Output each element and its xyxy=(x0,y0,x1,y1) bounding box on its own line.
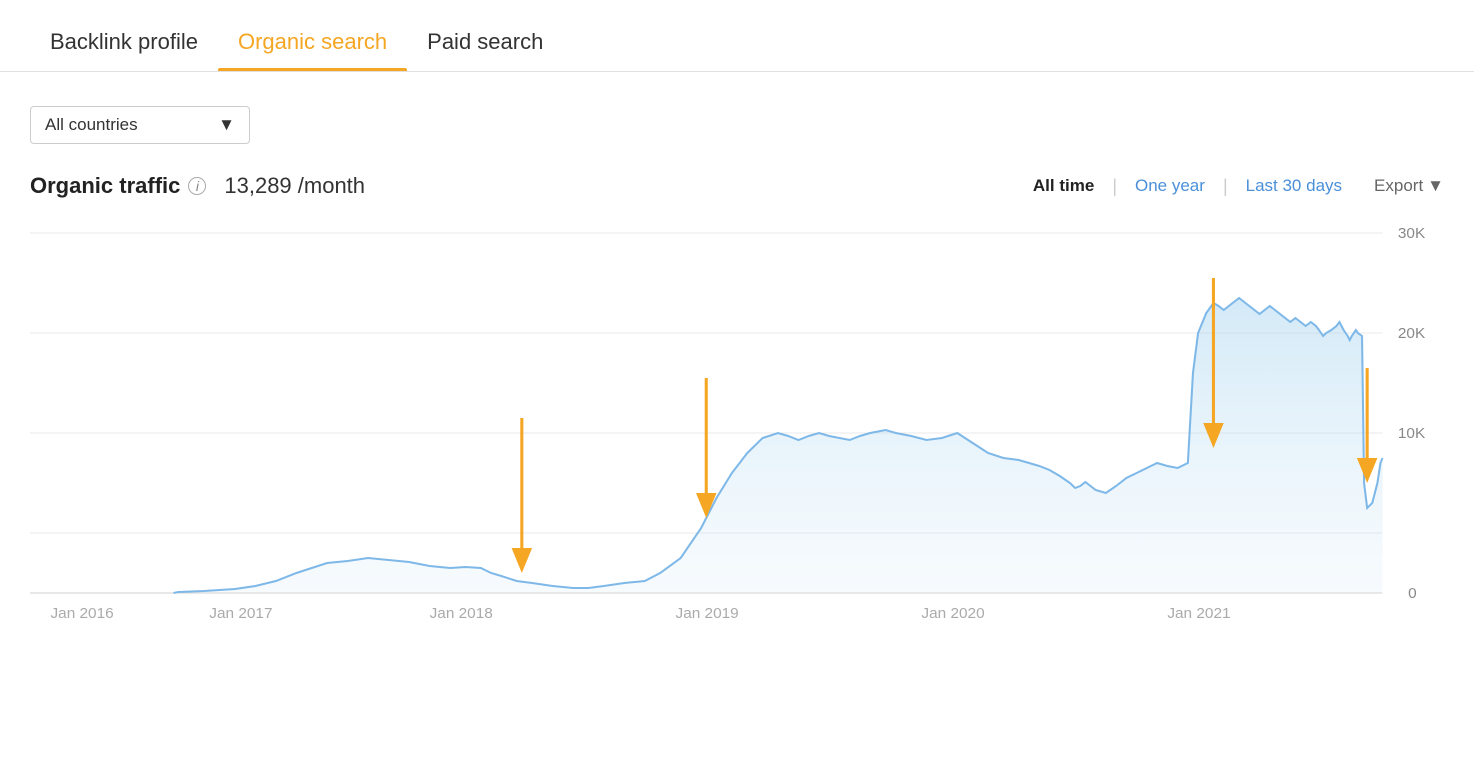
svg-text:Jan 2019: Jan 2019 xyxy=(676,605,739,622)
svg-text:Jan 2017: Jan 2017 xyxy=(209,605,272,622)
tab-paid-search[interactable]: Paid search xyxy=(407,29,563,71)
traffic-value: 13,289 /month xyxy=(224,173,365,199)
export-button[interactable]: Export ▼ xyxy=(1374,176,1444,196)
tab-organic-search[interactable]: Organic search xyxy=(218,29,407,71)
arrow-1 xyxy=(512,418,532,573)
svg-text:Jan 2020: Jan 2020 xyxy=(921,605,984,622)
svg-text:10K: 10K xyxy=(1398,425,1425,442)
svg-text:Jan 2018: Jan 2018 xyxy=(430,605,493,622)
country-select-label: All countries xyxy=(45,115,138,135)
tabs-bar: Backlink profile Organic search Paid sea… xyxy=(0,0,1474,72)
all-time-button[interactable]: All time xyxy=(1015,172,1112,200)
time-controls: All time | One year | Last 30 days Expor… xyxy=(1015,172,1444,200)
chart-svg: 30K 20K 10K 0 Jan 2016 Jan 2017 Jan 2018… xyxy=(30,218,1444,638)
export-chevron-icon: ▼ xyxy=(1427,176,1444,196)
tab-backlink-profile[interactable]: Backlink profile xyxy=(30,29,218,71)
traffic-title: Organic traffic xyxy=(30,173,180,199)
content-area: All countries ▼ Organic traffic i 13,289… xyxy=(0,72,1474,638)
traffic-header: Organic traffic i 13,289 /month All time… xyxy=(30,172,1444,200)
export-label: Export xyxy=(1374,176,1423,196)
info-icon[interactable]: i xyxy=(188,177,206,195)
one-year-button[interactable]: One year xyxy=(1117,172,1223,200)
svg-text:0: 0 xyxy=(1408,585,1417,602)
svg-text:20K: 20K xyxy=(1398,325,1425,342)
svg-text:Jan 2016: Jan 2016 xyxy=(50,605,113,622)
svg-text:30K: 30K xyxy=(1398,225,1425,242)
arrow-2 xyxy=(696,378,716,518)
country-select[interactable]: All countries ▼ xyxy=(30,106,250,144)
chart-container: 30K 20K 10K 0 Jan 2016 Jan 2017 Jan 2018… xyxy=(30,218,1444,638)
chevron-down-icon: ▼ xyxy=(218,115,235,135)
svg-text:Jan 2021: Jan 2021 xyxy=(1167,605,1230,622)
last-30-days-button[interactable]: Last 30 days xyxy=(1228,172,1360,200)
